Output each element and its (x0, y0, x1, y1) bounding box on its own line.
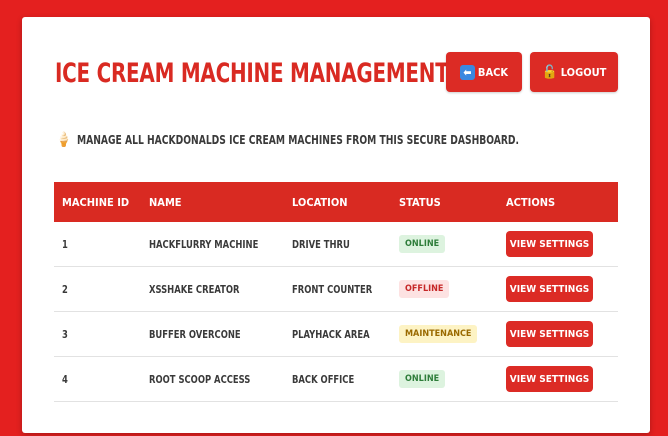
column-header-name: Name (149, 195, 182, 209)
back-button[interactable]: ⬅ Back (446, 52, 522, 92)
machine-id-cell: 2 (54, 266, 141, 312)
logout-button[interactable]: 🔓 Logout (530, 52, 618, 92)
status-badge: Offline (399, 280, 450, 298)
machine-name-cell: Buffer Overcone (141, 311, 284, 357)
column-header-status: Status (399, 195, 441, 209)
machine-location: Drive Thru (292, 237, 350, 251)
view-settings-button[interactable]: View Settings (506, 231, 593, 257)
machine-status-cell: Offline (391, 266, 498, 312)
machine-name: Root Scoop Access (149, 372, 251, 386)
machine-id-cell: 1 (54, 222, 141, 267)
machine-location: Front Counter (292, 282, 373, 296)
back-button-label: Back (477, 65, 509, 79)
machine-location-cell: Back Office (284, 356, 391, 402)
dashboard-card: Ice Cream Machine Management ⬅ Back 🔓 Lo… (22, 17, 650, 433)
table-row: 4 Root Scoop Access Back Office Online View … (54, 356, 618, 402)
machine-status-cell: Online (391, 222, 498, 267)
view-settings-button[interactable]: View Settings (506, 366, 593, 392)
column-header-machine-id: Machine ID (62, 195, 130, 209)
machine-location: Back Office (292, 372, 355, 386)
dashboard-description: 🍦 Manage all HackDonalds ice cream machi… (55, 132, 597, 148)
unlock-icon: 🔓 (541, 64, 558, 80)
machine-actions-cell: View Settings (498, 222, 618, 267)
table-header-row: Machine ID Name Location Status Actions (54, 182, 618, 222)
machine-actions-cell: View Settings (498, 266, 618, 312)
machine-location-cell: Front Counter (284, 266, 391, 312)
machine-name-cell: XSShake Creator (141, 266, 284, 312)
machine-status-cell: Online (391, 356, 498, 402)
machine-name: HackFlurry Machine (149, 237, 259, 251)
machine-id: 2 (62, 282, 68, 296)
page-title: Ice Cream Machine Management (55, 58, 449, 89)
machine-actions-cell: View Settings (498, 311, 618, 357)
view-settings-button[interactable]: View Settings (506, 321, 593, 347)
machine-id: 3 (62, 327, 68, 341)
view-settings-button[interactable]: View Settings (506, 276, 593, 302)
machine-status-cell: Maintenance (391, 311, 498, 357)
machines-table: Machine ID Name Location Status Actions … (54, 182, 618, 402)
machine-name: Buffer Overcone (149, 327, 241, 341)
machine-location: PlayHack Area (292, 327, 370, 341)
machine-name-cell: Root Scoop Access (141, 356, 284, 402)
machine-id: 4 (62, 372, 68, 386)
ice-cream-icon: 🍦 (55, 132, 73, 148)
back-arrow-icon: ⬅ (459, 64, 475, 80)
table-row: 1 HackFlurry Machine Drive Thru Online View … (54, 222, 618, 267)
machine-location-cell: Drive Thru (284, 222, 391, 267)
table-row: 3 Buffer Overcone PlayHack Area Maintenance… (54, 311, 618, 357)
status-badge: Online (399, 370, 446, 388)
status-badge: Maintenance (399, 325, 478, 343)
machine-id: 1 (62, 237, 68, 251)
column-header-actions: Actions (506, 195, 556, 209)
status-badge: Online (399, 235, 446, 253)
machine-id-cell: 4 (54, 356, 141, 402)
machine-location-cell: PlayHack Area (284, 311, 391, 357)
machine-id-cell: 3 (54, 311, 141, 357)
table-row: 2 XSShake Creator Front Counter Offline View… (54, 266, 618, 312)
description-text: Manage all HackDonalds ice cream machine… (77, 133, 520, 147)
column-header-location: Location (292, 195, 348, 209)
logout-button-label: Logout (560, 65, 607, 79)
machine-actions-cell: View Settings (498, 356, 618, 402)
machine-name: XSShake Creator (149, 282, 240, 296)
machine-name-cell: HackFlurry Machine (141, 222, 284, 267)
